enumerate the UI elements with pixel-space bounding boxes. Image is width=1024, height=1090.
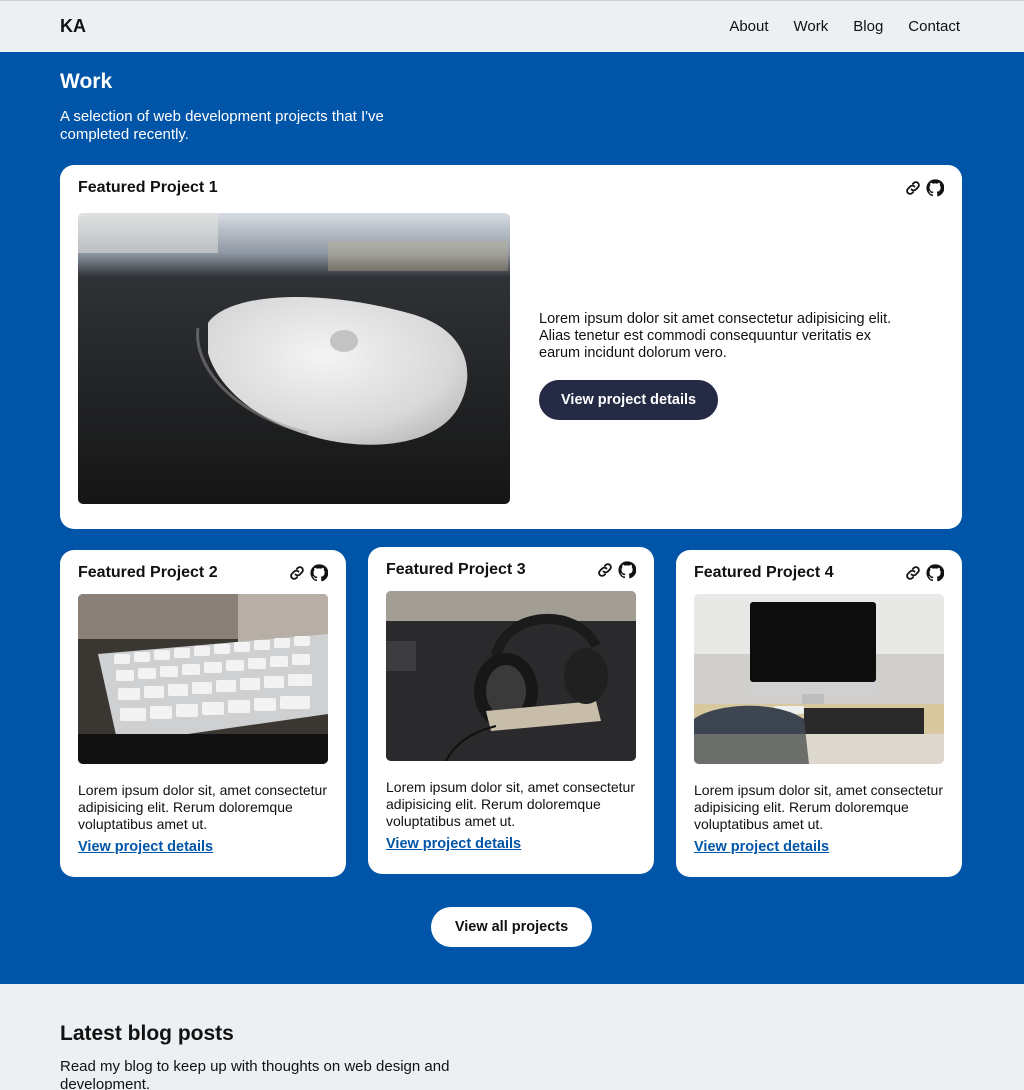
link-icon[interactable] (904, 564, 922, 582)
github-icon[interactable] (310, 564, 328, 582)
project-title: Featured Project 2 (78, 564, 218, 581)
project-card: Featured Project 3 Lorem ipsum dolor sit… (368, 547, 654, 874)
main-nav: About Work Blog Contact (729, 18, 960, 35)
site-logo[interactable]: KA (60, 16, 86, 37)
project-image[interactable] (694, 594, 944, 764)
project-image[interactable] (78, 594, 328, 764)
nav-work[interactable]: Work (794, 18, 829, 35)
link-icon[interactable] (288, 564, 306, 582)
work-intro: A selection of web development projects … (60, 108, 384, 143)
project-description: Lorem ipsum dolor sit, amet consectetur … (78, 782, 327, 832)
project-title: Featured Project 4 (694, 564, 834, 581)
view-project-details-link[interactable]: View project details (694, 839, 944, 855)
github-icon[interactable] (618, 561, 636, 579)
nav-about[interactable]: About (729, 18, 768, 35)
view-project-details-link[interactable]: View project details (78, 839, 328, 855)
project-description: Lorem ipsum dolor sit, amet consectetur … (386, 779, 635, 829)
view-project-details-link[interactable]: View project details (386, 836, 636, 852)
project-card: Featured Project 2 Lorem ipsum dolor sit… (60, 550, 346, 877)
nav-contact[interactable]: Contact (908, 18, 960, 35)
view-all-projects-button[interactable]: View all projects (431, 907, 592, 947)
blog-section: Latest blog posts Read my blog to keep u… (0, 984, 1024, 1090)
project-image[interactable] (386, 591, 636, 761)
project-image[interactable] (78, 213, 510, 504)
featured-project-card: Featured Project 1 Lorem ipsum dolor sit… (60, 165, 962, 529)
link-icon[interactable] (596, 561, 614, 579)
work-title: Work (60, 70, 113, 93)
github-icon[interactable] (926, 179, 944, 197)
project-description: Lorem ipsum dolor sit amet consectetur a… (539, 311, 892, 361)
work-section: Work A selection of web development proj… (0, 52, 1024, 984)
github-icon[interactable] (926, 564, 944, 582)
project-card: Featured Project 4 Lorem ipsum dolor sit… (676, 550, 962, 877)
project-description: Lorem ipsum dolor sit, amet consectetur … (694, 782, 943, 832)
link-icon[interactable] (904, 179, 922, 197)
project-title: Featured Project 3 (386, 561, 526, 578)
project-title: Featured Project 1 (78, 179, 218, 196)
blog-title: Latest blog posts (60, 1022, 234, 1045)
view-project-details-button[interactable]: View project details (539, 380, 719, 420)
site-header: KA About Work Blog Contact (0, 0, 1024, 52)
blog-intro: Read my blog to keep up with thoughts on… (60, 1058, 450, 1090)
nav-blog[interactable]: Blog (853, 18, 883, 35)
